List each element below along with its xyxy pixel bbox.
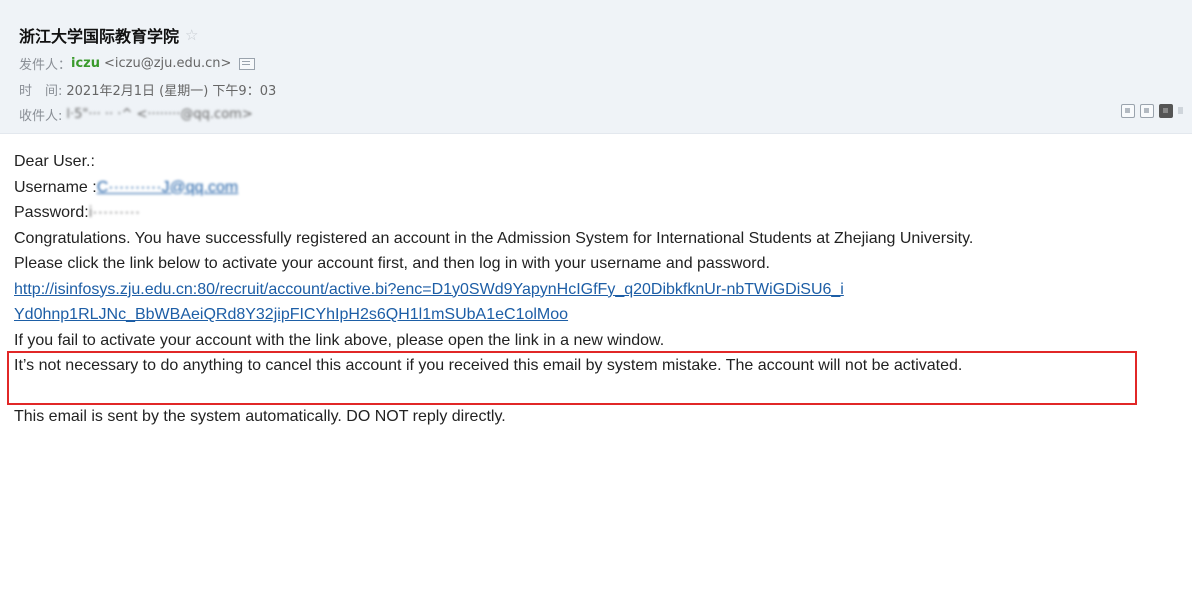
activation-link-line2[interactable]: Yd0hnp1RLJNc_BbWBAeiQRd8Y32jipFICYhIpH2s… [14, 306, 568, 323]
activation-link-line1[interactable]: http://isinfosys.zju.edu.cn:80/recruit/a… [14, 281, 844, 298]
congrats-text: Congratulations. You have successfully r… [14, 229, 974, 247]
username-line: Username :C··········J@qq.com [14, 175, 1184, 201]
username-value[interactable]: C··········J@qq.com [97, 179, 239, 196]
time-row: 时 间: 2021年2月1日 (星期一) 下午9：03 [19, 80, 276, 99]
more-icon[interactable] [1178, 105, 1184, 117]
email-subject: 浙江大学国际教育学院 [19, 27, 180, 46]
email-body: Dear User.: Username :C··········J@qq.co… [7, 149, 1184, 429]
email-header: 浙江大学国际教育学院 ☆ 发件人： iczu <iczu@zju.edu.cn>… [0, 0, 1192, 134]
mail-toolbar [1121, 104, 1184, 118]
contact-card-icon[interactable] [239, 57, 256, 70]
to-row: 收件人: l·5"··· ·· ·^ <········@qq.com> [19, 105, 253, 124]
activation-link[interactable]: http://isinfosys.zju.edu.cn:80/recruit/a… [14, 281, 844, 324]
sender-email[interactable]: <iczu@zju.edu.cn> [104, 56, 231, 71]
password-line: Password:i········· [14, 200, 1184, 226]
print-icon[interactable] [1159, 104, 1173, 118]
to-label: 收件人: [19, 109, 63, 124]
password-label: Password: [14, 204, 89, 221]
sender-name[interactable]: iczu [71, 56, 100, 71]
recipient[interactable]: l·5"··· ·· ·^ <········@qq.com> [66, 107, 252, 122]
from-row: 发件人： iczu <iczu@zju.edu.cn> [19, 54, 256, 73]
fail-text: If you fail to activate your account wit… [14, 331, 665, 349]
username-label: Username : [14, 178, 97, 196]
password-value: i········· [88, 204, 141, 221]
auto-text: This email is sent by the system automat… [14, 407, 506, 425]
view-icon[interactable] [1121, 104, 1135, 118]
activation-link-block: http://isinfosys.zju.edu.cn:80/recruit/a… [14, 277, 1184, 328]
star-icon[interactable]: ☆ [185, 27, 198, 43]
sent-time: 2021年2月1日 (星期一) 下午9：03 [66, 84, 277, 99]
instruction-text: Please click the link below to activate … [14, 255, 770, 272]
download-icon[interactable] [1140, 104, 1154, 118]
subject-row: 浙江大学国际教育学院 ☆ [19, 23, 198, 47]
from-label: 发件人： [19, 58, 72, 73]
greeting: Dear User.: [14, 153, 95, 170]
time-label: 时 间: [19, 84, 63, 99]
link-highlight-box [7, 351, 1137, 405]
